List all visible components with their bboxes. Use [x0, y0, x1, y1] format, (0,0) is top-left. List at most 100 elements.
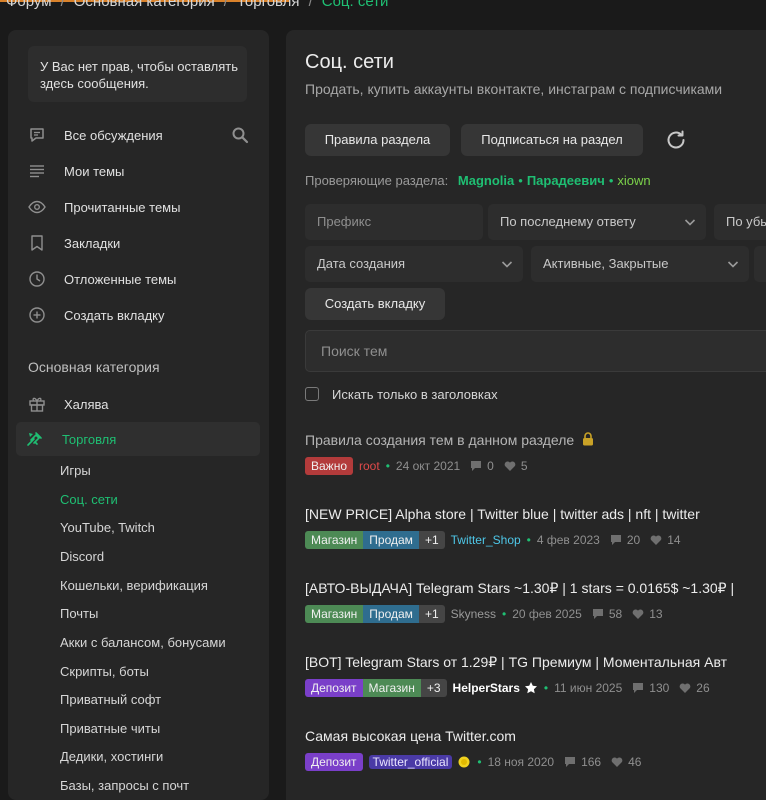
nav-create-tab[interactable]: Создать вкладку: [18, 298, 258, 332]
prefix-tag-more[interactable]: +1: [418, 531, 445, 549]
comment-icon: [592, 609, 603, 619]
star-icon: [524, 682, 537, 694]
prefix-tag[interactable]: Важно: [305, 457, 354, 475]
order-value: По убы: [726, 214, 766, 229]
nav-all-discussions[interactable]: Все обсуждения: [18, 118, 258, 152]
search-icon[interactable]: [231, 126, 249, 144]
heart-icon: [679, 683, 691, 693]
rules-button[interactable]: Правила раздела: [305, 124, 450, 156]
chevron-down-icon: [501, 261, 513, 268]
subcategory-scripts[interactable]: Скрипты, боты: [60, 664, 149, 679]
prefix-tag[interactable]: Продам: [363, 605, 419, 623]
titles-only-checkbox[interactable]: [305, 387, 319, 401]
subcategory-hosting[interactable]: Дедики, хостинги: [60, 749, 163, 764]
thread-title[interactable]: Правила создания тем в данном разделе: [305, 432, 594, 448]
likes-value: 5: [520, 459, 528, 473]
moderator-link[interactable]: Парадеевич: [527, 173, 605, 188]
breadcrumb-current[interactable]: Соц. сети: [322, 0, 389, 10]
subcategory-social[interactable]: Соц. сети: [60, 492, 118, 507]
replies-count: 130: [632, 681, 669, 695]
nav-bookmarks[interactable]: Закладки: [18, 226, 258, 260]
nav-my-threads[interactable]: Мои темы: [18, 154, 258, 188]
moderator-link[interactable]: Magnolia: [458, 173, 514, 188]
nav-label: Закладки: [64, 236, 121, 251]
thread-title[interactable]: Самая высокая цена Twitter.com: [305, 728, 516, 744]
breadcrumb-main-category[interactable]: Основная категория: [74, 0, 215, 10]
likes-count: 14: [650, 533, 681, 547]
thread-author[interactable]: Twitter_official: [368, 755, 453, 769]
replies-count: 0: [470, 459, 494, 473]
page-title: Соц. сети: [305, 51, 394, 73]
heart-icon: [650, 535, 662, 545]
thread-title[interactable]: [NEW PRICE] Alpha store | Twitter blue |…: [305, 506, 700, 522]
replies-value: 130: [649, 681, 670, 695]
extra-filter[interactable]: [754, 246, 766, 282]
category-freebies[interactable]: Халява: [18, 387, 258, 421]
subcategory-wallets[interactable]: Кошельки, верификация: [60, 578, 208, 593]
breadcrumb-forum[interactable]: Форум: [6, 0, 52, 10]
clock-icon: [29, 271, 45, 287]
thread-title[interactable]: [BOT] Telegram Stars от 1.29₽ | TG Преми…: [305, 654, 727, 671]
subcategory-private-cheats[interactable]: Приватные читы: [60, 721, 160, 736]
nav-read-threads[interactable]: Прочитанные темы: [18, 190, 258, 224]
subcategory-balance[interactable]: Акки с балансом, бонусами: [60, 635, 226, 650]
gift-icon: [29, 397, 45, 412]
breadcrumb-trade[interactable]: Торговля: [237, 0, 300, 10]
thread-date: 20 фев 2025: [512, 607, 582, 621]
prefix-placeholder: Префикс: [317, 214, 372, 229]
category-trade[interactable]: Торговля: [16, 422, 260, 456]
comment-icon: [565, 757, 576, 767]
subcategory-discord[interactable]: Discord: [60, 549, 104, 564]
prefix-tag[interactable]: Магазин: [362, 679, 421, 697]
prefix-tag[interactable]: Депозит: [305, 753, 363, 771]
moderator-link[interactable]: xiown: [617, 173, 650, 188]
sidebar: У Вас нет прав, чтобы оставлять здесь со…: [8, 30, 269, 800]
nav-deferred-threads[interactable]: Отложенные темы: [18, 262, 258, 296]
page-description: Продать, купить аккаунты вконтакте, инст…: [305, 81, 723, 97]
replies-value: 20: [626, 533, 641, 547]
prefix-filter[interactable]: Префикс: [305, 204, 483, 240]
breadcrumb: Форум / Основная категория / Торговля / Соц. с…: [6, 0, 388, 10]
refresh-icon[interactable]: [664, 128, 688, 152]
thread-author[interactable]: HelperStars: [453, 681, 520, 695]
separator-dot: •: [608, 173, 614, 188]
thread-author[interactable]: Skyness: [451, 607, 496, 621]
prefix-tag-more[interactable]: +3: [420, 679, 447, 697]
prefix-tag[interactable]: Депозит: [305, 679, 363, 697]
prefix-tag[interactable]: Магазин: [305, 531, 364, 549]
thread-date: 24 окт 2021: [395, 459, 461, 473]
lock-icon: [583, 432, 594, 446]
trade-icon: [27, 432, 42, 446]
subscribe-button[interactable]: Подписаться на раздел: [461, 124, 643, 156]
prefix-tag-more[interactable]: +1: [418, 605, 445, 623]
moderators: Проверяющие раздела: Magnolia • Парадеевич…: [305, 173, 651, 188]
date-select[interactable]: Дата создания: [305, 246, 523, 282]
sort-select[interactable]: По последнему ответу: [488, 204, 706, 240]
likes-count: 13: [632, 607, 663, 621]
breadcrumb-separator: /: [308, 0, 313, 10]
state-select[interactable]: Активные, Закрытые: [531, 246, 749, 282]
replies-count: 58: [592, 607, 622, 621]
nav-label: Создать вкладку: [64, 308, 165, 323]
thread-date: 11 июн 2025: [554, 681, 623, 695]
likes-count: 26: [679, 681, 710, 695]
subcategory-private-soft[interactable]: Приватный софт: [60, 692, 161, 707]
prefix-tag[interactable]: Магазин: [305, 605, 364, 623]
likes-count: 46: [611, 755, 641, 769]
eye-icon: [28, 200, 46, 214]
create-tab-button[interactable]: Создать вкладку: [305, 288, 445, 320]
subcategory-mail[interactable]: Почты: [60, 606, 98, 621]
thread-title[interactable]: [АВТО-ВЫДАЧА] Telegram Stars ~1.30₽ | 1 …: [305, 580, 734, 597]
thread-author[interactable]: root: [359, 459, 380, 473]
replies-value: 166: [581, 755, 602, 769]
subcategory-games[interactable]: Игры: [60, 463, 91, 478]
comment-icon: [610, 535, 621, 545]
prefix-tag[interactable]: Продам: [363, 531, 419, 549]
thread-author[interactable]: Twitter_Shop: [451, 533, 521, 547]
replies-count: 166: [564, 755, 601, 769]
search-input[interactable]: Поиск тем: [305, 330, 766, 372]
order-select[interactable]: По убы: [714, 204, 766, 240]
subcategory-youtube[interactable]: YouTube, Twitch: [60, 520, 155, 535]
category-label: Халява: [64, 397, 109, 412]
thread-meta: Депозит Twitter_official • 18 ноя 2020 1…: [305, 753, 641, 771]
